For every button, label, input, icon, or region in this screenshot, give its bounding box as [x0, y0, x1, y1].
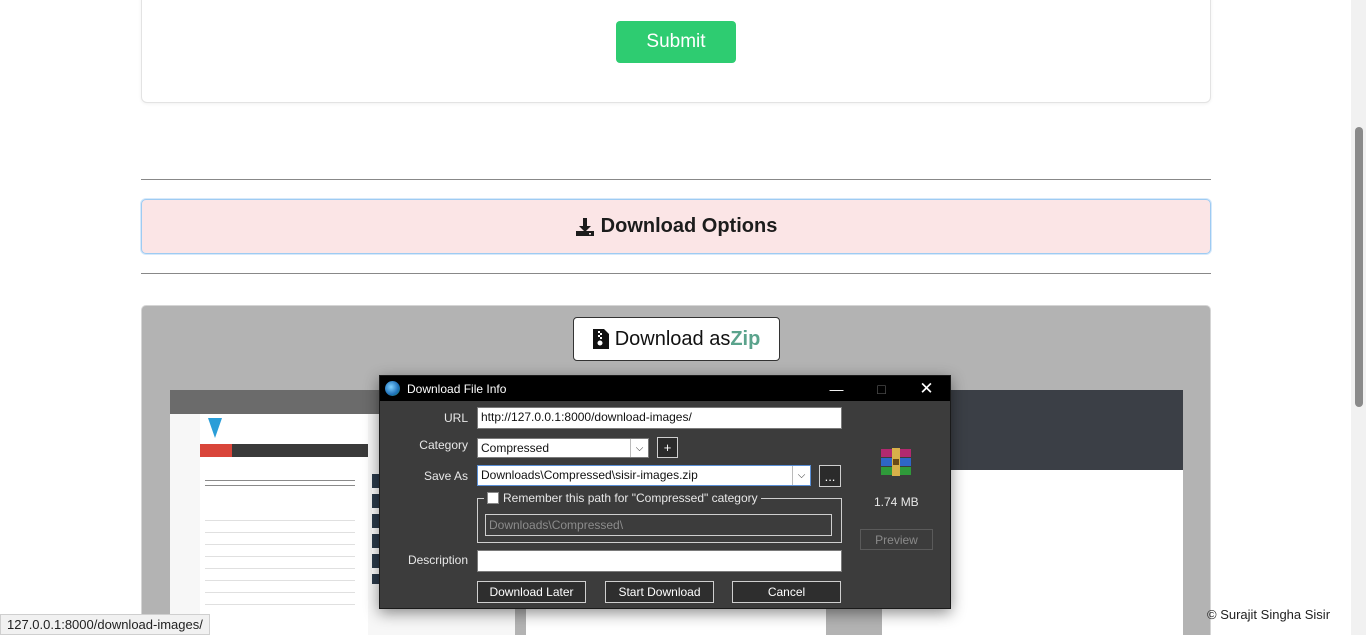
dialog-title: Download File Info [407, 381, 507, 396]
submit-button[interactable]: Submit [616, 21, 736, 63]
divider-top [141, 179, 1211, 180]
url-field[interactable]: http://127.0.0.1:8000/download-images/ [477, 407, 842, 429]
thumbnail-row [205, 592, 355, 593]
save-as-combo[interactable]: Downloads\Compressed\sisir-images.zip ⌵ [477, 465, 811, 486]
thumbnail-row [205, 544, 355, 545]
save-as-label: Save As [423, 469, 468, 483]
thumbnail-row [205, 556, 355, 557]
footer-copyright: © Surajit Singha Sisir [1207, 607, 1331, 622]
thumbnail-headline [205, 480, 355, 481]
download-file-info-dialog: Download File Info — □ ✕ URL http://127.… [379, 375, 951, 609]
remember-path-field: Downloads\Compressed\ [485, 514, 832, 536]
file-size: 1.74 MB [874, 495, 919, 509]
category-value: Compressed [481, 441, 550, 455]
thumbnail-row [205, 580, 355, 581]
download-later-button[interactable]: Download Later [477, 581, 586, 603]
thumbnail-row [205, 532, 355, 533]
remember-path-label[interactable]: Remember this path for "Compressed" cate… [503, 491, 758, 505]
thumbnail-row [205, 520, 355, 521]
download-zip-button[interactable]: Download as Zip [573, 317, 780, 361]
divider-bottom [141, 273, 1211, 274]
url-label: URL [443, 411, 468, 425]
thumbnail-row [205, 568, 355, 569]
chevron-down-icon[interactable]: ⌵ [630, 439, 648, 457]
zip-label-accent: Zip [730, 327, 761, 350]
remember-path-checkbox[interactable] [487, 492, 499, 504]
close-icon[interactable]: ✕ [904, 376, 949, 401]
winrar-archive-icon [881, 448, 911, 476]
add-category-button[interactable]: + [657, 437, 678, 458]
thumbnail-headline [205, 485, 355, 486]
cancel-button[interactable]: Cancel [732, 581, 841, 603]
download-options-title: Download Options [600, 215, 778, 237]
category-label: Category [419, 438, 468, 452]
maximize-icon[interactable]: □ [859, 376, 904, 401]
thumbnail-row [205, 604, 355, 605]
file-zip-icon [592, 329, 609, 349]
start-download-button[interactable]: Start Download [605, 581, 714, 603]
description-label: Description [407, 553, 468, 567]
preview-button[interactable]: Preview [860, 529, 933, 550]
dialog-titlebar[interactable]: Download File Info — □ ✕ [380, 376, 950, 401]
page-scrollbar[interactable] [1351, 0, 1366, 635]
scrollbar-thumb[interactable] [1355, 127, 1363, 407]
zip-label-prefix: Download as [614, 327, 731, 350]
thumbnail-nav-active [200, 444, 232, 457]
remember-path-legend: Remember this path for "Compressed" cate… [484, 491, 761, 505]
browse-button[interactable]: ... [819, 465, 841, 487]
download-icon [575, 217, 594, 236]
save-as-value: Downloads\Compressed\sisir-images.zip [481, 468, 698, 482]
description-field[interactable] [477, 550, 842, 572]
idm-app-icon [385, 381, 400, 396]
minimize-icon[interactable]: — [814, 376, 859, 401]
form-card: Submit [141, 0, 1211, 103]
download-options-header: Download Options [141, 199, 1211, 254]
chevron-down-icon[interactable]: ⌵ [792, 466, 810, 485]
status-bar-url: 127.0.0.1:8000/download-images/ [0, 614, 210, 635]
category-select[interactable]: Compressed ⌵ [477, 438, 649, 458]
